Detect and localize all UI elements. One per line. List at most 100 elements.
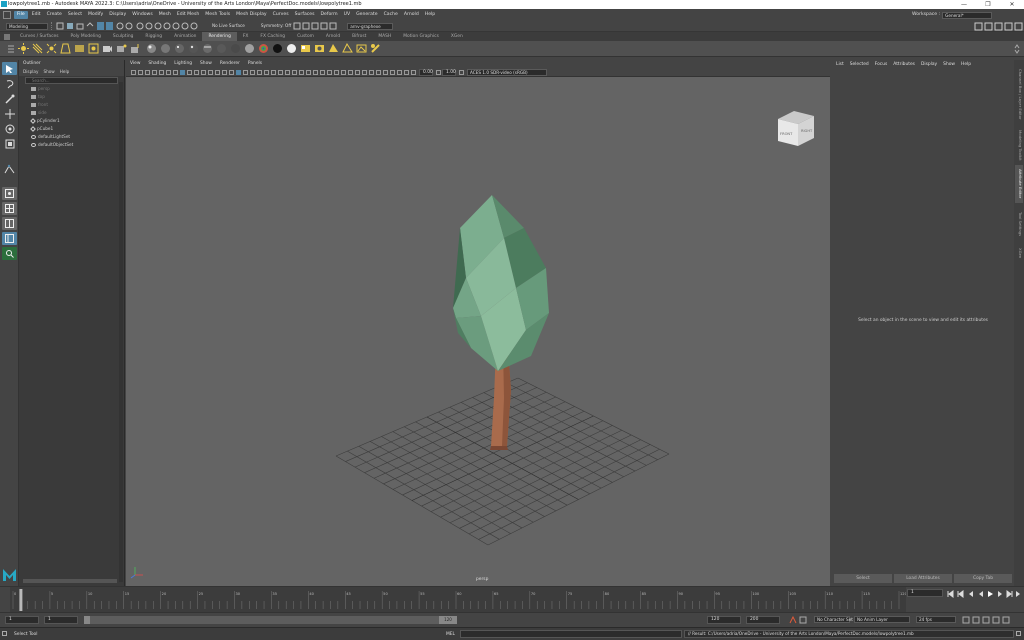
view-cube[interactable]: FRONT RIGHT — [778, 111, 814, 146]
side-tab-modeling-toolkit[interactable]: Modeling Toolkit — [1015, 128, 1023, 162]
select-button[interactable]: Select — [834, 574, 892, 583]
surface-shader-icon[interactable] — [271, 43, 283, 55]
animation-end-field[interactable]: 200 — [746, 616, 780, 624]
character-set-dropdown[interactable]: No Character Set — [814, 616, 853, 623]
outliner-item[interactable]: pCube1 — [30, 125, 124, 133]
viewport-3d-scene[interactable]: FRONT RIGHT persp — [126, 78, 830, 586]
range-slider-start-handle[interactable] — [84, 616, 90, 624]
menu-cache[interactable]: Cache — [381, 9, 401, 21]
anisotropic-icon[interactable] — [201, 43, 213, 55]
attribute-menu-focus[interactable]: Focus — [875, 60, 888, 69]
menu-mesh-tools[interactable]: Mesh Tools — [202, 9, 233, 21]
shelf-tab-xgen[interactable]: XGen — [445, 32, 469, 41]
ambient-light-icon[interactable] — [17, 43, 29, 55]
attribute-menu-show[interactable]: Show — [943, 60, 955, 69]
load-attributes-button[interactable]: Load Attributes — [894, 574, 952, 583]
shelf-tab-arnold[interactable]: Arnold — [320, 32, 346, 41]
workspace-selector[interactable]: Workspace : General* — [910, 9, 993, 21]
last-tool-icon[interactable] — [2, 162, 17, 175]
shelf-tab-rigging[interactable]: Rigging — [139, 32, 168, 41]
menu-create[interactable]: Create — [44, 9, 65, 21]
ipr-render-icon[interactable] — [341, 43, 353, 55]
attribute-menu-selected[interactable]: Selected — [850, 60, 869, 69]
viewport-menu-shading[interactable]: Shading — [144, 60, 170, 68]
viewport-menu-panels[interactable]: Panels — [244, 60, 266, 68]
viewport-camera-icons[interactable] — [130, 69, 235, 75]
phong-e-icon[interactable] — [187, 43, 199, 55]
tree-model[interactable] — [453, 195, 549, 450]
select-tool-icon[interactable] — [2, 62, 17, 75]
keying-icons[interactable] — [789, 616, 811, 624]
shelf-tab-custom[interactable]: Custom — [291, 32, 320, 41]
menu-select[interactable]: Select — [65, 9, 85, 21]
command-input[interactable] — [460, 630, 682, 638]
four-view-layout-icon[interactable] — [2, 202, 17, 215]
copy-tab-button[interactable]: Copy Tab — [954, 574, 1012, 583]
shelf-tab-motion-graphics[interactable]: Motion Graphics — [397, 32, 445, 41]
batch-render-icon[interactable] — [369, 43, 381, 55]
single-perspective-layout-icon[interactable] — [2, 187, 17, 200]
symmetry-label[interactable]: Symmetry: Off — [259, 23, 293, 30]
fps-dropdown[interactable]: 24 fps — [916, 616, 956, 623]
history-render-icons[interactable] — [293, 22, 343, 30]
viewport-shading-icons[interactable] — [235, 69, 417, 75]
attribute-menu-list[interactable]: List — [836, 60, 844, 69]
directional-light-icon[interactable] — [31, 43, 43, 55]
script-editor-icon[interactable] — [1016, 631, 1021, 636]
panel-toggle-icons[interactable] — [974, 22, 1024, 31]
layered-shader-icon[interactable] — [215, 43, 227, 55]
render-settings-icon[interactable] — [355, 43, 367, 55]
shelf-scroll-icons[interactable] — [1014, 44, 1020, 56]
menu-modify[interactable]: Modify — [85, 9, 106, 21]
scene-start-field[interactable]: 1 — [5, 616, 39, 624]
workspace-dropdown[interactable]: General* — [942, 11, 993, 19]
shelf-tab-curves-surfaces[interactable]: Curves / Surfaces — [14, 32, 65, 41]
menu-help[interactable]: Help — [422, 9, 438, 21]
close-button[interactable]: ✕ — [1000, 0, 1024, 9]
side-tab-channel-box[interactable]: Channel Box / Layer Editor — [1015, 64, 1023, 124]
toon-shader-icon[interactable] — [257, 43, 269, 55]
side-tab-attribute-editor[interactable]: Attribute Editor — [1015, 165, 1023, 203]
shelf-options-icon[interactable] — [6, 43, 16, 55]
menu-display[interactable]: Display — [106, 9, 129, 21]
outliner-item[interactable]: pCylinder1 — [30, 117, 124, 125]
phong-icon[interactable] — [173, 43, 185, 55]
playback-end-field[interactable]: 120 — [707, 616, 741, 624]
mode-dropdown[interactable]: Modeling — [6, 22, 48, 30]
outliner-horizontal-scrollbar[interactable] — [23, 579, 117, 583]
renderer-dropdown[interactable]: arnv-graphexe — [347, 22, 394, 30]
viewport-menu-renderer[interactable]: Renderer — [216, 60, 244, 68]
scale-tool-icon[interactable] — [2, 137, 17, 150]
side-tab-xgen[interactable]: XGen — [1015, 246, 1023, 260]
current-time-marker[interactable] — [19, 589, 23, 611]
outliner-item[interactable]: defaultObjectSet — [31, 141, 124, 149]
shelf-tab-rendering[interactable]: Rendering — [202, 32, 237, 41]
menu-windows[interactable]: Windows — [129, 9, 156, 21]
outliner-menu-display[interactable]: Display — [23, 68, 38, 76]
maximize-button[interactable]: ❐ — [976, 0, 1000, 9]
shelf-gear-icon[interactable] — [4, 33, 10, 40]
attribute-menu-help[interactable]: Help — [961, 60, 971, 69]
exposure-field[interactable]: 0.00 — [419, 68, 433, 76]
hypershade-icon[interactable] — [299, 43, 311, 55]
viewport-menu-show[interactable]: Show — [196, 60, 216, 68]
range-slider[interactable]: 120 — [84, 616, 457, 624]
viewport-menu-view[interactable]: View — [126, 60, 144, 68]
file-ops-icons[interactable] — [56, 22, 96, 30]
paint-select-tool-icon[interactable] — [2, 92, 17, 105]
point-light-icon[interactable] — [45, 43, 57, 55]
menu-edit[interactable]: Edit — [29, 9, 44, 21]
attribute-menu-display[interactable]: Display — [921, 60, 937, 69]
outliner-item[interactable]: defaultLightSet — [31, 133, 124, 141]
outliner-search-input[interactable]: Search... — [25, 77, 118, 84]
shelf-tab-fx-caching[interactable]: FX Caching — [254, 32, 291, 41]
shelf-tab-fx[interactable]: FX — [237, 32, 255, 41]
viewport-menu-lighting[interactable]: Lighting — [170, 60, 196, 68]
tree-foliage[interactable] — [453, 195, 549, 371]
playback-start-field[interactable]: 1 — [44, 616, 78, 624]
shelf-tab-animation[interactable]: Animation — [168, 32, 202, 41]
lasso-tool-icon[interactable] — [2, 77, 17, 90]
outliner-item[interactable]: top — [31, 93, 124, 101]
menu-file[interactable]: File — [14, 11, 28, 19]
menu-arnold[interactable]: Arnold — [401, 9, 422, 21]
